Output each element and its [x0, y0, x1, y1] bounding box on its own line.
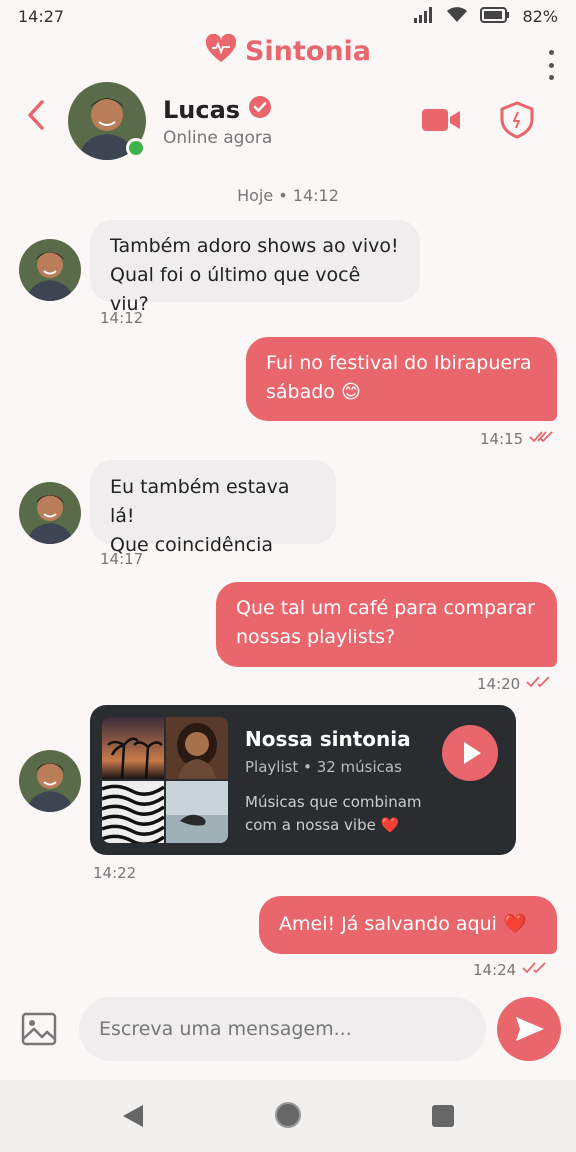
app-title: Sintonia — [0, 33, 576, 68]
contact-status: Online agora — [163, 128, 273, 148]
signal-icon — [414, 6, 434, 27]
message-time-text: 14:17 — [100, 550, 144, 568]
message-input[interactable] — [79, 997, 486, 1061]
message-line: nossas playlists? — [236, 626, 396, 648]
wifi-icon — [446, 6, 468, 27]
playlist-description-line: com a nossa vibe ❤️ — [245, 816, 400, 834]
nav-back-icon[interactable] — [121, 1103, 145, 1133]
message-time: 14:22 — [93, 864, 136, 882]
status-bar: 14:27 82% — [0, 0, 576, 34]
message-bubble[interactable]: Eu também estava lá! Que coincidência — [90, 460, 336, 556]
battery-icon — [480, 6, 510, 27]
message-line: Eu também estava lá! — [110, 476, 290, 527]
message-time-text: 14:12 — [100, 309, 144, 327]
verified-badge-icon — [248, 95, 272, 125]
avatar — [19, 482, 81, 544]
avatar — [19, 239, 81, 301]
message-time-text: 14:20 — [477, 675, 521, 693]
double-check-icon — [526, 675, 552, 693]
play-icon — [464, 742, 481, 764]
message-time: 14:24 — [473, 961, 548, 979]
contact-avatar[interactable] — [68, 82, 146, 160]
back-button[interactable] — [24, 98, 50, 132]
cover-zebra-pattern — [102, 781, 164, 843]
playlist-cover — [102, 717, 228, 843]
playlist-description: Músicas que combinam com a nossa vibe ❤️ — [245, 791, 445, 837]
message-time: 14:12 — [100, 309, 143, 327]
cover-palm-trees — [102, 717, 164, 779]
nav-recents-icon[interactable] — [432, 1105, 454, 1127]
system-nav-bar — [0, 1080, 576, 1152]
playlist-subtitle: Playlist • 32 músicas — [245, 758, 402, 776]
playlist-description-line: Músicas que combinam — [245, 793, 422, 811]
avatar — [19, 750, 81, 812]
video-call-icon[interactable] — [420, 104, 462, 136]
status-icons: 82% — [414, 6, 558, 27]
message-time-text: 14:24 — [473, 961, 517, 979]
send-icon — [516, 1017, 544, 1041]
status-time: 14:27 — [18, 7, 65, 26]
double-check-icon — [529, 430, 555, 448]
message-bubble[interactable]: Também adoro shows ao vivo! Qual foi o ú… — [90, 220, 420, 315]
shield-icon[interactable] — [498, 100, 536, 140]
message-line: sábado 😊 — [266, 381, 361, 403]
message-line: Qual foi o último que você viu? — [110, 264, 361, 315]
cover-rocks-sea — [166, 781, 228, 843]
more-options-icon[interactable] — [546, 50, 556, 80]
message-line: Amei! Já salvando aqui ❤️ — [279, 913, 527, 935]
online-status-dot — [126, 138, 146, 158]
message-time: 14:15 — [480, 430, 555, 448]
cover-woman-portrait — [166, 717, 228, 779]
message-bubble[interactable]: Fui no festival do Ibirapuera sábado 😊 — [246, 337, 557, 421]
message-time-text: 14:15 — [480, 430, 524, 448]
playlist-title: Nossa sintonia — [245, 727, 411, 751]
nav-home-icon[interactable] — [275, 1102, 301, 1128]
play-button[interactable] — [442, 725, 498, 781]
message-time-text: 14:22 — [93, 864, 137, 882]
heart-logo-icon — [205, 33, 237, 68]
app-title-text: Sintonia — [244, 35, 372, 67]
message-line: Fui no festival do Ibirapuera — [266, 352, 532, 374]
date-separator: Hoje • 14:12 — [237, 186, 339, 205]
contact-name: Lucas — [163, 95, 272, 125]
message-bubble[interactable]: Amei! Já salvando aqui ❤️ — [259, 896, 557, 954]
double-check-icon — [522, 961, 548, 979]
message-time: 14:17 — [100, 550, 143, 568]
send-button[interactable] — [497, 997, 561, 1061]
message-line: Que tal um café para comparar — [236, 597, 535, 619]
battery-percent: 82% — [522, 7, 558, 26]
contact-name-text: Lucas — [163, 96, 241, 124]
message-bubble[interactable]: Que tal um café para comparar nossas pla… — [216, 582, 557, 667]
image-attach-icon[interactable] — [20, 1011, 58, 1047]
message-time: 14:20 — [477, 675, 552, 693]
playlist-card[interactable]: Nossa sintonia Playlist • 32 músicas Mús… — [90, 705, 516, 855]
message-line: Também adoro shows ao vivo! — [110, 235, 399, 257]
